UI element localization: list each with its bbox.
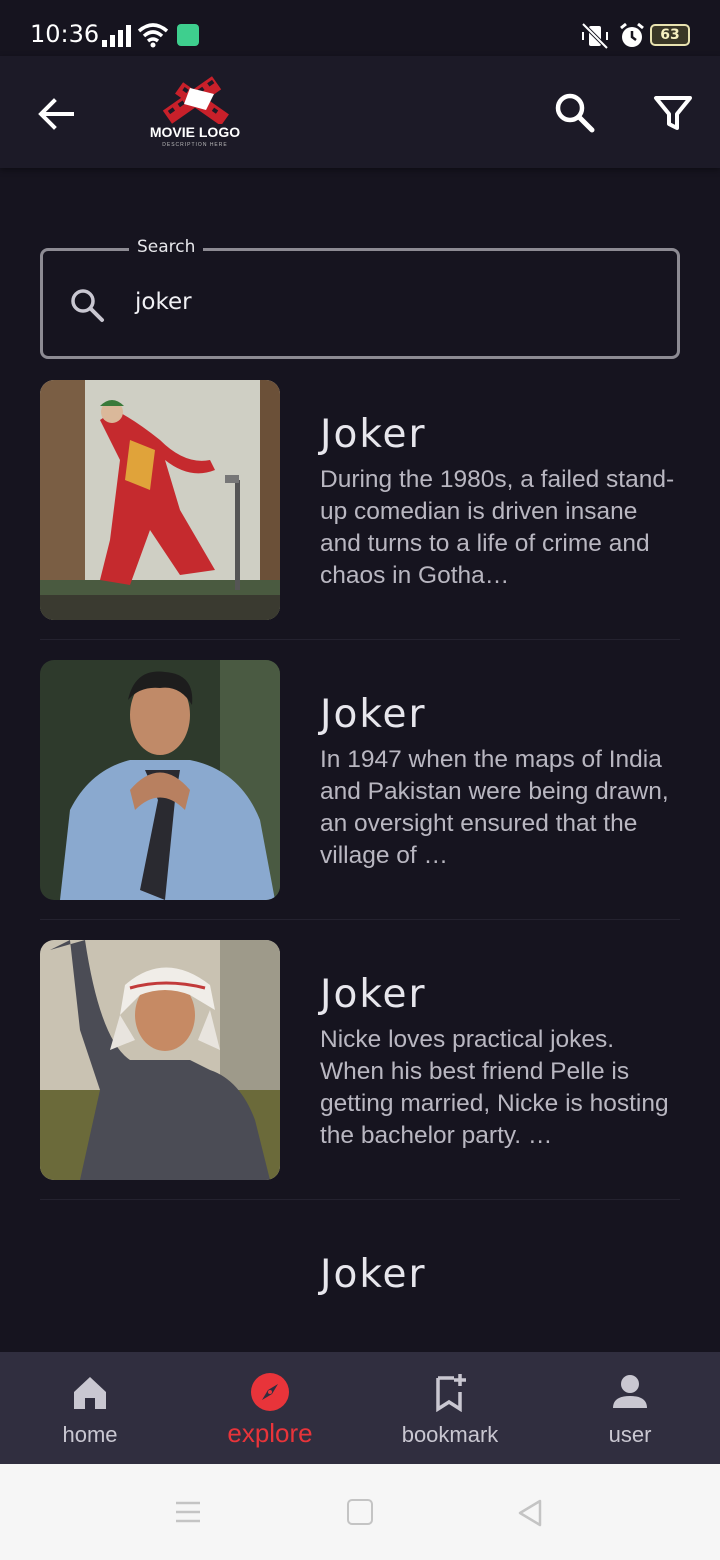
movie-description: In 1947 when the maps of India and Pakis… — [320, 746, 669, 869]
wifi-icon — [137, 23, 169, 48]
movie-title: Joker — [320, 972, 427, 1017]
list-item[interactable]: Joker During the 1980s, a failed stand-u… — [40, 380, 680, 660]
nav-item-home[interactable]: home — [0, 1352, 180, 1464]
recent-apps-icon[interactable] — [174, 1500, 202, 1524]
nav-item-bookmark[interactable]: bookmark — [360, 1352, 540, 1464]
search-input[interactable]: joker — [135, 289, 192, 315]
home-icon — [74, 1377, 106, 1409]
logo-title: MOVIE LOGO — [149, 124, 241, 140]
app-bar: MOVIE LOGO DESCRIPTION HERE — [0, 56, 720, 168]
movie-poster[interactable] — [40, 660, 280, 900]
movie-description: Nicke loves practical jokes. When his be… — [320, 1026, 669, 1149]
alarm-icon — [620, 22, 644, 47]
battery-indicator: 63 — [650, 24, 690, 46]
nav-label-explore: explore — [227, 1418, 313, 1448]
movie-title: Joker — [320, 692, 427, 737]
movie-description — [320, 1304, 680, 1312]
movie-poster[interactable] — [40, 940, 280, 1180]
system-home-button[interactable] — [347, 1499, 373, 1525]
nav-label-bookmark: bookmark — [401, 1422, 499, 1447]
film-logo-icon — [162, 76, 229, 124]
nav-label-user: user — [608, 1422, 652, 1447]
app-notification-icon — [177, 24, 199, 46]
bottom-navigation: home explore bookmark user — [0, 1352, 720, 1464]
nav-item-explore[interactable]: explore — [180, 1352, 360, 1464]
bookmark-add-icon — [436, 1374, 466, 1412]
nav-item-user[interactable]: user — [540, 1352, 720, 1464]
movie-title: Joker — [320, 412, 427, 457]
vibrate-off-icon — [581, 22, 609, 50]
divider — [40, 919, 680, 920]
system-navigation-bar — [0, 1464, 720, 1560]
logo-subtitle: DESCRIPTION HERE — [162, 142, 228, 148]
search-icon — [71, 289, 104, 322]
divider — [40, 639, 680, 640]
compass-icon — [251, 1373, 289, 1411]
search-icon[interactable] — [550, 88, 600, 138]
search-label: Search — [129, 237, 204, 257]
filter-icon[interactable] — [648, 88, 698, 138]
movie-title: Joker — [320, 1252, 427, 1297]
system-back-icon[interactable] — [516, 1498, 544, 1528]
movie-description: During the 1980s, a failed stand-up come… — [320, 466, 675, 589]
signal-icon — [102, 25, 131, 47]
list-item[interactable]: Joker In 1947 when the maps of India and… — [40, 660, 680, 940]
movie-logo: MOVIE LOGO DESCRIPTION HERE — [140, 74, 250, 154]
list-item[interactable]: Joker — [40, 1220, 680, 1312]
nav-label-home: home — [62, 1422, 118, 1447]
user-icon — [613, 1375, 647, 1408]
divider — [40, 1199, 680, 1200]
results-list: Joker During the 1980s, a failed stand-u… — [0, 380, 720, 1312]
search-field[interactable]: Search joker — [40, 237, 680, 359]
status-bar: 10:36 63 — [0, 0, 720, 56]
list-item[interactable]: Joker Nicke loves practical jokes. When … — [40, 940, 680, 1220]
back-arrow-icon[interactable] — [32, 90, 80, 138]
movie-poster[interactable] — [40, 380, 280, 620]
status-time: 10:36 — [30, 20, 100, 48]
